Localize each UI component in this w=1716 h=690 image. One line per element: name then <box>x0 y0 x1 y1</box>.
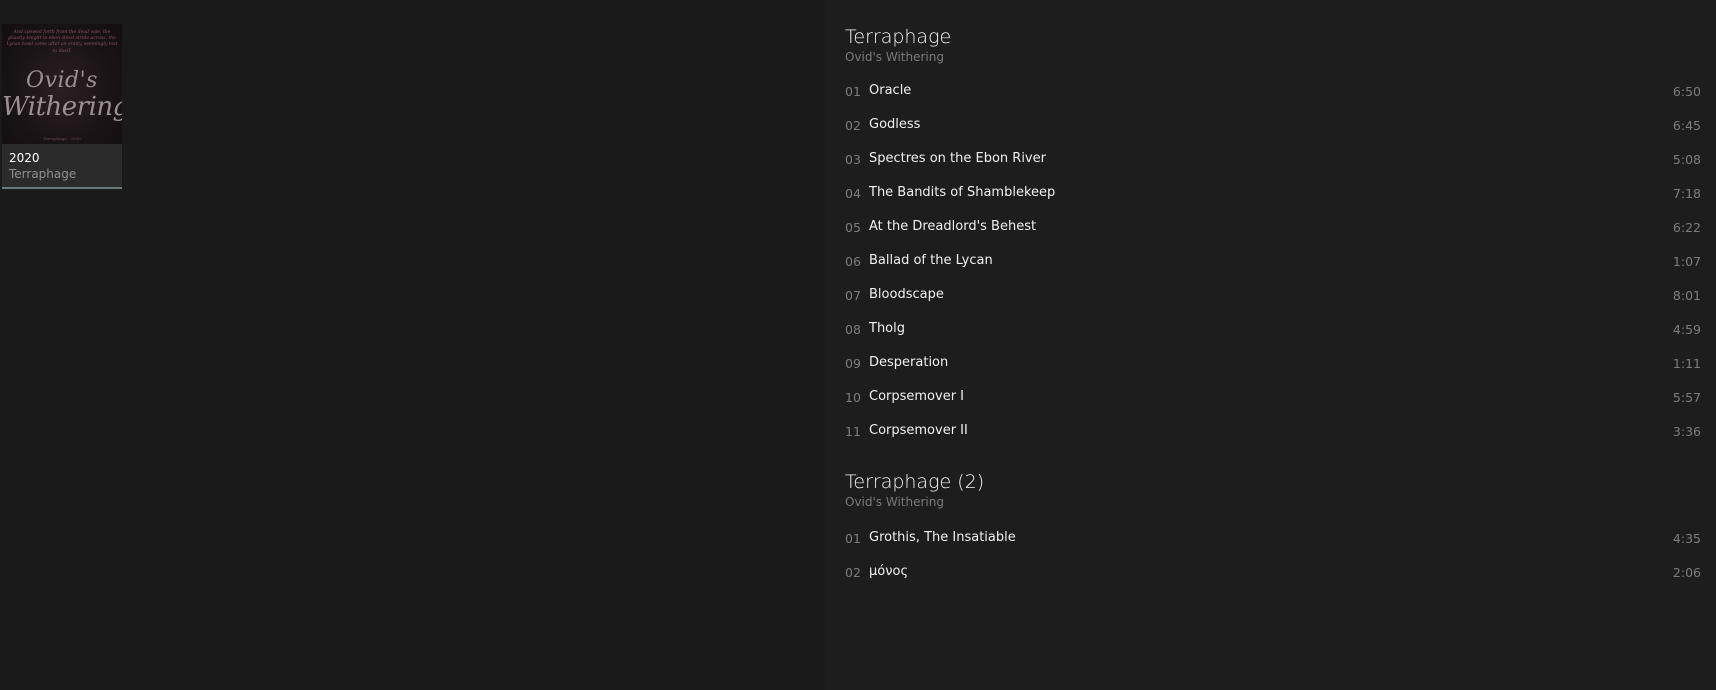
track-row[interactable]: 11 Corpsemover II 3:36 <box>845 417 1701 447</box>
album-grid-pane: And spewed forth from the dead vale, the… <box>0 0 825 690</box>
track-row[interactable]: 04 The Bandits of Shamblekeep 7:18 <box>845 179 1701 209</box>
track-number: 03 <box>845 152 861 167</box>
music-app-window: And spewed forth from the dead vale, the… <box>0 0 1716 690</box>
cover-poem-text: And spewed forth from the dead vale, the… <box>6 30 118 54</box>
track-duration: 4:35 <box>1672 531 1701 546</box>
track-duration: 2:06 <box>1672 565 1701 580</box>
track-duration: 5:57 <box>1672 390 1701 405</box>
track-title: Grothis, The Insatiable <box>869 530 1016 545</box>
track-duration: 6:22 <box>1672 220 1701 235</box>
track-duration: 7:18 <box>1672 186 1701 201</box>
track-row[interactable]: 03 Spectres on the Ebon River 5:08 <box>845 145 1701 175</box>
track-number: 02 <box>845 565 861 580</box>
track-number: 05 <box>845 220 861 235</box>
track-duration: 5:08 <box>1672 152 1701 167</box>
track-title: Spectres on the Ebon River <box>869 151 1046 166</box>
track-number: 08 <box>845 322 861 337</box>
track-row[interactable]: 02 Godless 6:45 <box>845 111 1701 141</box>
track-title: Tholg <box>869 321 905 336</box>
track-number: 07 <box>845 288 861 303</box>
track-number: 06 <box>845 254 861 269</box>
cover-logo-line1: Ovid's <box>26 68 98 93</box>
track-duration: 1:07 <box>1672 254 1701 269</box>
track-title: Bloodscape <box>869 287 944 302</box>
cover-logo-line2: Withering <box>2 92 122 122</box>
track-row[interactable]: 01 Grothis, The Insatiable 4:35 <box>845 524 1701 554</box>
track-row[interactable]: 05 At the Dreadlord's Behest 6:22 <box>845 213 1701 243</box>
track-duration: 6:45 <box>1672 118 1701 133</box>
track-title: Corpsemover I <box>869 389 965 404</box>
track-row[interactable]: 06 Ballad of the Lycan 1:07 <box>845 247 1701 277</box>
track-duration: 3:36 <box>1672 424 1701 439</box>
track-number: 02 <box>845 118 861 133</box>
track-number: 10 <box>845 390 861 405</box>
track-row[interactable]: 02 μόνος 2:06 <box>845 558 1701 588</box>
track-row[interactable]: 01 Oracle 6:50 <box>845 77 1701 107</box>
disc-title: Terraphage <box>845 26 952 48</box>
track-row[interactable]: 08 Tholg 4:59 <box>845 315 1701 345</box>
album-tile[interactable]: And spewed forth from the dead vale, the… <box>2 24 122 189</box>
track-duration: 6:50 <box>1672 84 1701 99</box>
disc-subtitle: Ovid's Withering <box>845 495 944 509</box>
disc-title: Terraphage (2) <box>845 471 985 493</box>
track-row[interactable]: 09 Desperation 1:11 <box>845 349 1701 379</box>
album-artist: Terraphage <box>9 167 77 181</box>
cover-footer-text: Terraphage · 2020 <box>43 136 81 141</box>
track-title: Desperation <box>869 355 949 370</box>
cover-band-logo: Ovid's Withering <box>2 68 122 120</box>
track-number: 09 <box>845 356 861 371</box>
track-number: 01 <box>845 531 861 546</box>
album-cover-art: And spewed forth from the dead vale, the… <box>2 24 122 144</box>
track-duration: 1:11 <box>1672 356 1701 371</box>
track-number: 01 <box>845 84 861 99</box>
album-year: 2020 <box>9 151 40 165</box>
track-title: Godless <box>869 117 921 132</box>
track-title: Oracle <box>869 83 912 98</box>
track-title: At the Dreadlord's Behest <box>869 219 1037 234</box>
track-number: 04 <box>845 186 861 201</box>
track-duration: 8:01 <box>1672 288 1701 303</box>
track-title: The Bandits of Shamblekeep <box>869 185 1056 200</box>
track-duration: 4:59 <box>1672 322 1701 337</box>
track-title: Ballad of the Lycan <box>869 253 993 268</box>
track-title: Corpsemover II <box>869 423 968 438</box>
disc-subtitle: Ovid's Withering <box>845 50 944 64</box>
track-row[interactable]: 07 Bloodscape 8:01 <box>845 281 1701 311</box>
track-number: 11 <box>845 424 861 439</box>
track-row[interactable]: 10 Corpsemover I 5:57 <box>845 383 1701 413</box>
track-title: μόνος <box>869 564 909 579</box>
